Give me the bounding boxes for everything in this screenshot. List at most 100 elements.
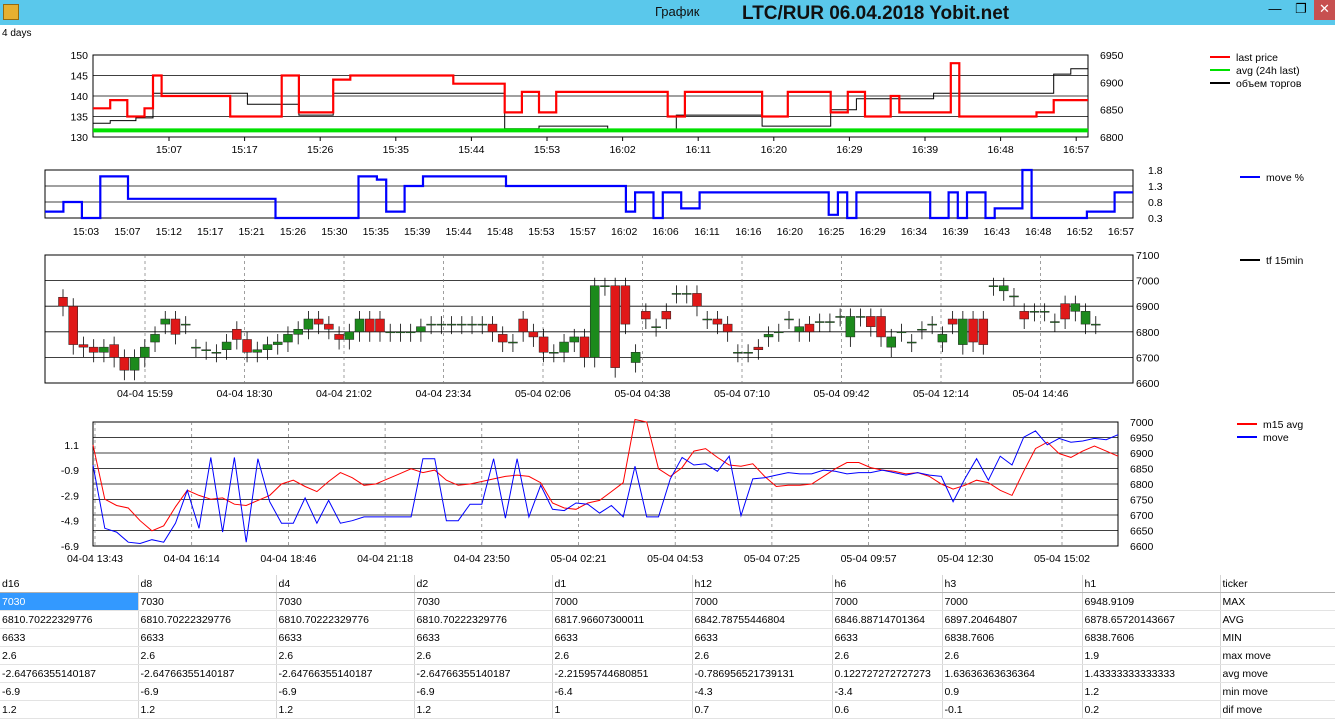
column-header[interactable]: h6 — [832, 575, 943, 593]
table-cell[interactable]: 7030 — [414, 592, 553, 611]
table-cell[interactable]: 6810.70222329776 — [138, 610, 277, 629]
column-header[interactable]: d1 — [552, 575, 693, 593]
table-cell[interactable]: 0.9 — [942, 682, 1083, 701]
table-cell[interactable]: -6.9 — [0, 682, 139, 701]
table-row[interactable]: -6.9 -6.9 -6.9 -6.9 -6.4 -4.3 -3.4 0.9 1.2 min mo… — [0, 682, 1335, 701]
maximize-icon[interactable]: ❐ — [1288, 0, 1314, 20]
table-cell[interactable]: 1.63636363636364 — [942, 664, 1083, 683]
table-cell[interactable]: -2.64766355140187 — [0, 664, 139, 683]
close-icon[interactable]: ✕ — [1314, 0, 1335, 20]
table-cell[interactable]: 0.2 — [1082, 700, 1221, 719]
table-cell[interactable]: MAX — [1220, 592, 1335, 611]
table-cell[interactable]: -4.3 — [692, 682, 833, 701]
x-tick-label: 04-04 13:43 — [67, 553, 123, 565]
candle — [457, 323, 467, 326]
table-cell[interactable]: 2.6 — [0, 646, 139, 665]
column-header[interactable]: h3 — [942, 575, 1083, 593]
table-cell[interactable]: 1.2 — [138, 700, 277, 719]
table-cell[interactable]: 1.9 — [1082, 646, 1221, 665]
table-cell[interactable]: 6633 — [0, 628, 139, 647]
table-cell[interactable]: 6633 — [276, 628, 415, 647]
table-cell[interactable]: 2.6 — [414, 646, 553, 665]
table-cell[interactable]: 6810.70222329776 — [414, 610, 553, 629]
table-cell[interactable]: 6810.70222329776 — [0, 610, 139, 629]
table-cell[interactable]: min move — [1220, 682, 1335, 701]
table-cell[interactable]: 6842.78755446804 — [692, 610, 833, 629]
candle — [671, 293, 682, 295]
table-cell[interactable]: 1.2 — [1082, 682, 1221, 701]
table-cell[interactable]: -3.4 — [832, 682, 943, 701]
table-cell[interactable]: AVG — [1220, 610, 1335, 629]
table-cell[interactable]: 6633 — [832, 628, 943, 647]
table-cell[interactable]: -2.64766355140187 — [276, 664, 415, 683]
column-header[interactable]: ticker — [1220, 575, 1335, 593]
table-cell[interactable]: -6.9 — [138, 682, 277, 701]
table-cell[interactable]: 1 — [552, 700, 693, 719]
table-row[interactable]: -2.64766355140187 -2.64766355140187 -2.647… — [0, 664, 1335, 683]
table-cell[interactable]: 6838.7606 — [1082, 628, 1221, 647]
table-cell[interactable]: 6897.20464807 — [942, 610, 1083, 629]
column-header[interactable]: d16 — [0, 575, 139, 593]
table-cell[interactable]: -2.64766355140187 — [138, 664, 277, 683]
table-row[interactable]: 6633 6633 6633 6633 6633 6633 6633 6838.7606 683… — [0, 628, 1335, 647]
table-cell[interactable]: max move — [1220, 646, 1335, 665]
column-header[interactable]: h12 — [692, 575, 833, 593]
table-cell[interactable]: 7000 — [832, 592, 943, 611]
table-row[interactable]: 6810.70222329776 6810.70222329776 6810.702… — [0, 610, 1335, 629]
table-cell[interactable]: 7030 — [0, 592, 139, 611]
table-cell[interactable]: 6810.70222329776 — [276, 610, 415, 629]
column-header[interactable]: d2 — [414, 575, 553, 593]
table-cell[interactable]: 2.6 — [832, 646, 943, 665]
table-cell[interactable]: -0.1 — [942, 700, 1083, 719]
table-cell[interactable]: -6.4 — [552, 682, 693, 701]
table-cell[interactable]: 7000 — [942, 592, 1083, 611]
table-cell[interactable]: avg move — [1220, 664, 1335, 683]
table-cell[interactable]: 6633 — [552, 628, 693, 647]
table-cell[interactable]: 6633 — [692, 628, 833, 647]
table-cell[interactable]: -6.9 — [276, 682, 415, 701]
column-header[interactable]: h1 — [1082, 575, 1221, 593]
table-cell[interactable]: dif move — [1220, 700, 1335, 719]
column-header[interactable]: d4 — [276, 575, 415, 593]
y-tick-label: 6800 — [1136, 327, 1160, 339]
table-cell[interactable]: 2.6 — [276, 646, 415, 665]
y2-tick-label: 6850 — [1100, 105, 1124, 117]
table-cell[interactable]: 2.6 — [552, 646, 693, 665]
table-cell[interactable]: 6846.88714701364 — [832, 610, 943, 629]
minimize-icon[interactable]: — — [1262, 0, 1288, 20]
table-cell[interactable]: 0.7 — [692, 700, 833, 719]
table-cell[interactable]: 1.43333333333333 — [1082, 664, 1221, 683]
table-cell[interactable]: -6.9 — [414, 682, 553, 701]
table-cell[interactable]: 2.6 — [942, 646, 1083, 665]
table-cell[interactable]: 2.6 — [138, 646, 277, 665]
table-row[interactable]: 1.2 1.2 1.2 1.2 1 0.7 0.6 -0.1 0.2 dif move — [0, 700, 1335, 719]
table-cell[interactable]: 6838.7606 — [942, 628, 1083, 647]
table-cell[interactable]: 6633 — [414, 628, 553, 647]
table-cell[interactable]: -2.64766355140187 — [414, 664, 553, 683]
table-row[interactable]: 7030 7030 7030 7030 7000 7000 7000 7000 6948.910… — [0, 592, 1335, 611]
candle — [906, 341, 917, 344]
table-cell[interactable]: MIN — [1220, 628, 1335, 647]
candle — [99, 346, 109, 353]
table-row[interactable]: 2.6 2.6 2.6 2.6 2.6 2.6 2.6 2.6 1.9 max move — [0, 646, 1335, 665]
table-cell[interactable]: -0.786956521739131 — [692, 664, 833, 683]
table-cell[interactable]: -2.21595744680851 — [552, 664, 693, 683]
table-cell[interactable]: 0.6 — [832, 700, 943, 719]
table-cell[interactable]: 1.2 — [276, 700, 415, 719]
table-cell[interactable]: 2.6 — [692, 646, 833, 665]
column-header[interactable]: d8 — [138, 575, 277, 593]
candle — [825, 321, 835, 323]
table-cell[interactable]: 7030 — [276, 592, 415, 611]
table-cell[interactable]: 1.2 — [0, 700, 139, 719]
table-cell[interactable]: 1.2 — [414, 700, 553, 719]
x-tick-label: 15:30 — [321, 226, 347, 238]
table-cell[interactable]: 6633 — [138, 628, 277, 647]
table-cell[interactable]: 0.122727272727273 — [832, 664, 943, 683]
table-cell[interactable]: 7030 — [138, 592, 277, 611]
candle — [221, 341, 232, 350]
table-cell[interactable]: 6948.9109 — [1082, 592, 1221, 611]
table-cell[interactable]: 7000 — [692, 592, 833, 611]
table-cell[interactable]: 7000 — [552, 592, 693, 611]
table-cell[interactable]: 6878.65720143667 — [1082, 610, 1221, 629]
table-cell[interactable]: 6817.96607300011 — [552, 610, 693, 629]
